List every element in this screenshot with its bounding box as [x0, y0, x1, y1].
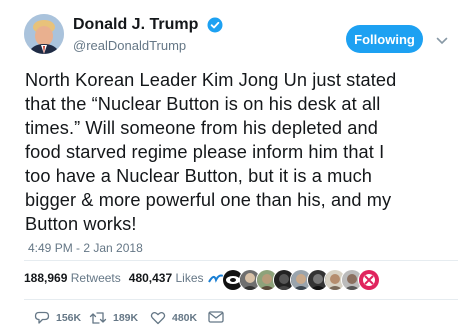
divider [24, 299, 458, 300]
reply-count: 156K [56, 312, 82, 324]
author-display-name[interactable]: Donald J. Trump [73, 15, 198, 35]
envelope-icon [208, 311, 224, 323]
likes-label: Likes [175, 271, 204, 285]
tweet-text-line: bigger & more powerful one than his, and… [25, 190, 392, 210]
reply-icon [34, 311, 50, 324]
heart-icon [150, 311, 166, 325]
direct-message-button[interactable] [208, 311, 230, 323]
divider [24, 260, 458, 261]
following-button[interactable]: Following [346, 25, 423, 53]
like-button[interactable]: 480K [150, 311, 197, 325]
tweet-text-line: too have a Nuclear Button, but it is a m… [25, 166, 373, 186]
author-block[interactable]: Donald J. Trump @realDonaldTrump [73, 15, 223, 55]
retweet-button[interactable]: 189K [89, 311, 138, 325]
likes-count: 480,437 [128, 271, 173, 285]
verified-badge-icon [207, 17, 223, 33]
retweet-count: 189K [113, 312, 139, 324]
avatar[interactable] [24, 14, 64, 54]
retweets-stat[interactable]: 188,969 Retweets [24, 271, 121, 285]
retweets-label: Retweets [70, 271, 121, 285]
like-count: 480K [172, 312, 198, 324]
chevron-down-icon[interactable] [436, 33, 448, 45]
liker-avatar[interactable] [358, 269, 380, 291]
retweet-icon [89, 312, 107, 324]
likes-stat[interactable]: 480,437 Likes [129, 271, 204, 285]
reply-button[interactable]: 156K [34, 311, 81, 325]
tweet-timestamp[interactable]: 4:49 PM - 2 Jan 2018 [28, 241, 143, 255]
retweets-count: 188,969 [24, 271, 68, 285]
tweet-text-line: that the “Nuclear Button is on his desk … [25, 94, 381, 114]
tweet-text-line: food starved regime please inform him th… [25, 142, 385, 162]
tweet-text-line: Button works! [25, 214, 137, 234]
tweet-text-line: times.” Will someone from his depleted a… [25, 118, 378, 138]
tweet-text-line: North Korean Leader Kim Jong Un just sta… [25, 70, 397, 90]
tweet-text: North Korean Leader Kim Jong Un just sta… [25, 68, 465, 236]
author-handle[interactable]: @realDonaldTrump [73, 37, 223, 55]
engagement-stats: 188,969 Retweets 480,437 Likes [24, 271, 204, 285]
